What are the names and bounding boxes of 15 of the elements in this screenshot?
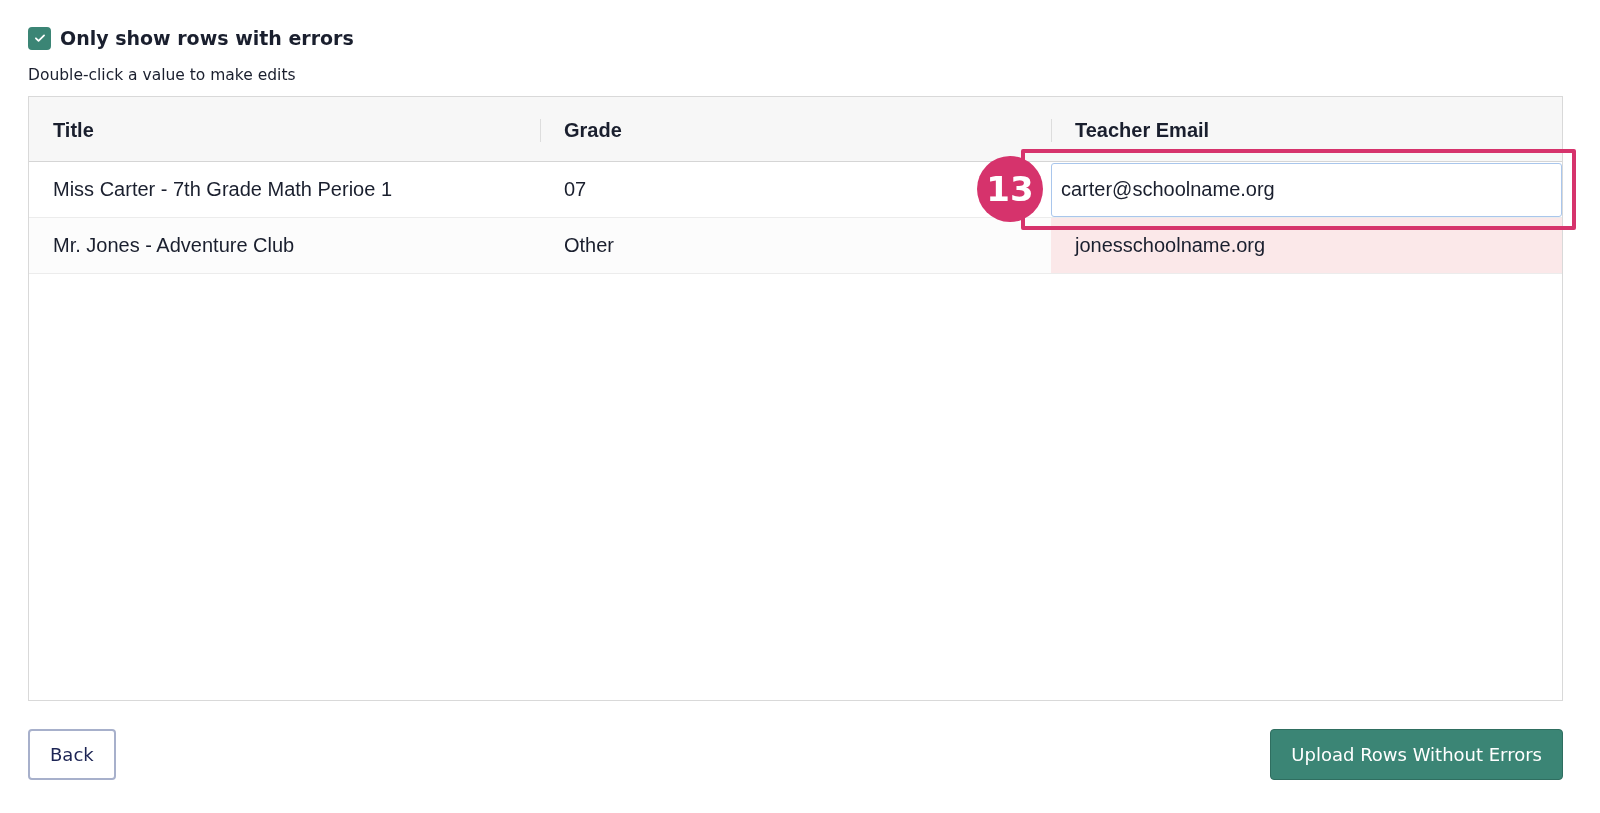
table-cell: 07	[564, 178, 587, 201]
checkbox-label[interactable]: Only show rows with errors	[60, 27, 354, 49]
checkbox[interactable]	[28, 26, 51, 50]
table-cell: Miss Carter - 7th Grade Math Perioe 1	[53, 178, 392, 201]
column-header[interactable]: Title	[53, 119, 94, 142]
table-cell: jonesschoolname.org	[1051, 218, 1562, 273]
input-field[interactable]: carter@schoolname.org	[1051, 162, 1562, 217]
hint-text: Double-click a value to make edits	[28, 66, 297, 84]
table-cell: Mr. Jones - Adventure Club	[53, 234, 295, 257]
column-header[interactable]: Teacher Email	[1075, 119, 1210, 142]
back-button[interactable]: Back	[28, 729, 116, 780]
step-badge: 13	[977, 156, 1043, 222]
table-cell: Other	[564, 234, 615, 257]
upload-button[interactable]: Upload Rows Without Errors	[1270, 729, 1563, 780]
column-header[interactable]: Grade	[564, 119, 622, 142]
